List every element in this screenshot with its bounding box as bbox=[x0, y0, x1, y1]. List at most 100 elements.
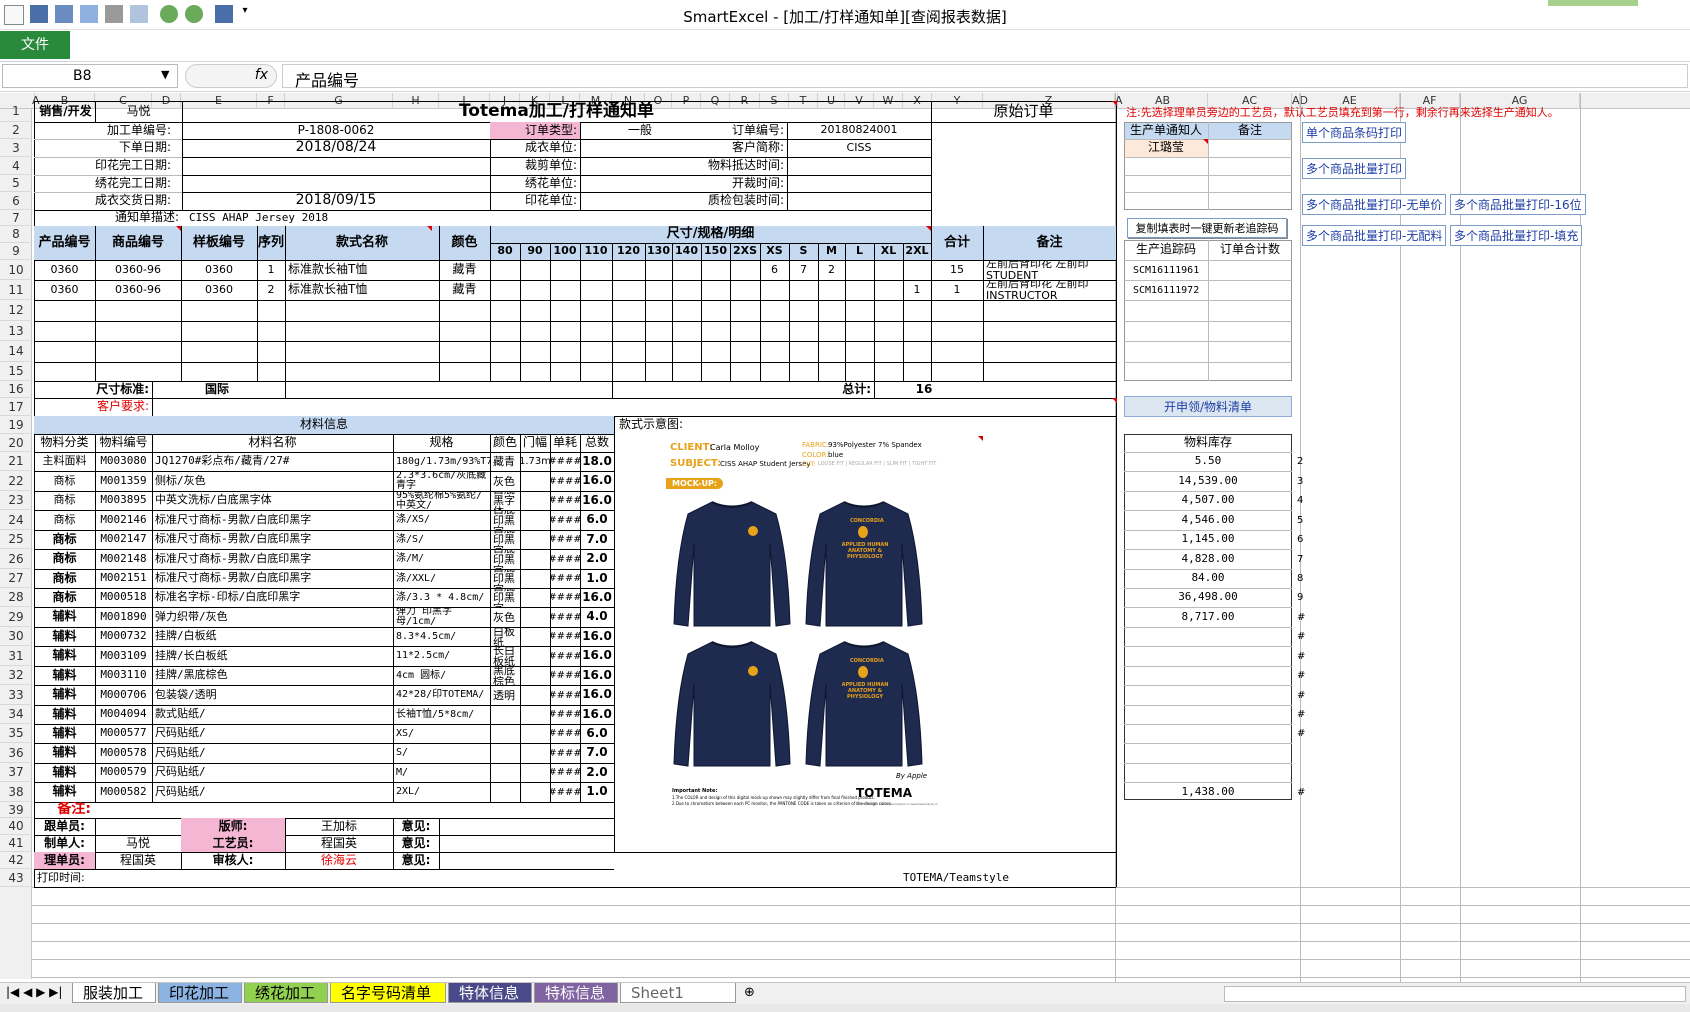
row-header[interactable]: 39 bbox=[0, 802, 32, 818]
sheet-tab[interactable]: 印花加工 bbox=[158, 983, 242, 1003]
horizontal-scrollbar[interactable] bbox=[1224, 986, 1686, 1002]
batch-print-16-button[interactable]: 多个商品批量打印-16位 bbox=[1450, 194, 1586, 215]
track-code: SCM16111961 bbox=[1133, 264, 1200, 276]
material-col-header: 颜色 bbox=[492, 435, 517, 450]
row-header[interactable]: 43 bbox=[0, 869, 32, 887]
row-header[interactable]: 34 bbox=[0, 705, 32, 724]
row-header[interactable]: 4 bbox=[0, 157, 32, 175]
batch-print-no-material-button[interactable]: 多个商品批量打印-无配料 bbox=[1302, 225, 1447, 246]
material-spec: 长袖T恤/5*8cm/ bbox=[396, 708, 475, 720]
row-header[interactable]: 23 bbox=[0, 491, 32, 510]
file-tab[interactable]: 文件 bbox=[0, 31, 70, 59]
row-header[interactable]: 16 bbox=[0, 381, 32, 398]
row-header[interactable]: 2 bbox=[0, 122, 32, 139]
row-header[interactable]: 14 bbox=[0, 341, 32, 362]
row-header[interactable]: 30 bbox=[0, 627, 32, 646]
stock-index: 7 bbox=[1297, 553, 1304, 565]
size-std-label: 尺寸标准: bbox=[96, 381, 149, 396]
row-header[interactable]: 22 bbox=[0, 471, 32, 491]
batch-print-no-price-button[interactable]: 多个商品批量打印-无单价 bbox=[1302, 194, 1447, 215]
material-list-button[interactable]: 开申领/物料清单 bbox=[1124, 396, 1292, 417]
row-header[interactable]: 27 bbox=[0, 569, 32, 588]
sheet-tab[interactable]: 特体信息 bbox=[448, 983, 532, 1003]
batch-print-button[interactable]: 多个商品批量打印 bbox=[1302, 158, 1407, 179]
row-header[interactable]: 26 bbox=[0, 549, 32, 569]
material-unit: #### bbox=[550, 786, 580, 798]
row-header[interactable]: 5 bbox=[0, 175, 32, 192]
row-header[interactable]: 29 bbox=[0, 607, 32, 627]
row-header[interactable]: 40 bbox=[0, 818, 32, 835]
chevron-down-icon[interactable]: ▼ bbox=[161, 68, 169, 81]
sheet-tab[interactable]: 特标信息 bbox=[534, 983, 618, 1003]
row-header[interactable]: 35 bbox=[0, 724, 32, 743]
material-no: M001890 bbox=[100, 609, 147, 623]
row-header[interactable]: 11 bbox=[0, 280, 32, 300]
material-unit: #### bbox=[550, 631, 580, 642]
comment-marker bbox=[926, 226, 931, 231]
row-header[interactable]: 25 bbox=[0, 530, 32, 549]
grid-line bbox=[1124, 743, 1292, 744]
material-color: 白底印黑字 bbox=[493, 549, 515, 569]
stock-index: # bbox=[1297, 709, 1306, 720]
row-header[interactable]: 31 bbox=[0, 646, 32, 666]
signoff-value bbox=[95, 818, 181, 835]
row-header[interactable]: 17 bbox=[0, 398, 32, 416]
material-total: 2.0 bbox=[586, 551, 608, 566]
row-header[interactable]: 12 bbox=[0, 300, 32, 321]
row-header[interactable]: 7 bbox=[0, 210, 32, 226]
row-header[interactable]: 32 bbox=[0, 666, 32, 685]
row-header[interactable]: 37 bbox=[0, 763, 32, 782]
row-header[interactable]: 42 bbox=[0, 852, 32, 869]
stock-value: 4,507.00 bbox=[1181, 493, 1235, 507]
subject-label: SUBJECT: bbox=[670, 458, 722, 469]
row-header[interactable]: 3 bbox=[0, 139, 32, 157]
grid-line bbox=[1124, 321, 1292, 322]
print-time-label: 打印时间: bbox=[37, 870, 85, 884]
row-header[interactable]: 36 bbox=[0, 743, 32, 763]
header-label: 印花单位: bbox=[524, 193, 577, 208]
row-header[interactable]: 8 bbox=[0, 226, 32, 243]
row-header[interactable]: 28 bbox=[0, 588, 32, 607]
row-header[interactable]: 20 bbox=[0, 434, 32, 452]
row-header[interactable]: 9 bbox=[0, 243, 32, 260]
material-unit: #### bbox=[550, 728, 580, 739]
warning-note: 注:先选择理单员旁边的工艺员，默认工艺员填充到第一行，剩余行再来选择生产通知人。 bbox=[1126, 106, 1559, 119]
insert-sheet-icon[interactable]: ⊕ bbox=[744, 985, 755, 1000]
row-header[interactable]: 41 bbox=[0, 835, 32, 852]
single-barcode-print-button[interactable]: 单个商品条码打印 bbox=[1302, 122, 1407, 143]
name-box[interactable]: B8 ▼ bbox=[2, 64, 178, 88]
row-header[interactable]: 6 bbox=[0, 192, 32, 210]
row-header[interactable]: 38 bbox=[0, 782, 32, 802]
row-header[interactable]: 13 bbox=[0, 321, 32, 341]
material-unit: #### bbox=[550, 611, 580, 623]
sample-no: 0360 bbox=[205, 262, 233, 276]
row-header[interactable]: 33 bbox=[0, 685, 32, 705]
row-header[interactable]: 15 bbox=[0, 362, 32, 381]
fx-button[interactable]: fx bbox=[185, 64, 277, 88]
row-header[interactable]: 21 bbox=[0, 452, 32, 471]
material-total: 16.0 bbox=[582, 492, 612, 507]
material-spec: 8.3*4.5cm/ bbox=[396, 630, 457, 642]
grid-line bbox=[34, 300, 1116, 301]
sheet-tab[interactable]: 绣花加工 bbox=[244, 983, 328, 1003]
row-header[interactable]: 10 bbox=[0, 260, 32, 280]
track-code: SCM16111972 bbox=[1133, 284, 1200, 296]
row-header[interactable]: 1 bbox=[0, 101, 32, 122]
header-value bbox=[787, 192, 931, 210]
copy-update-button[interactable]: 复制填表时一键更新老追踪码 bbox=[1127, 218, 1287, 238]
sheet-tab[interactable]: Sheet1 bbox=[620, 983, 736, 1003]
material-category: 商标 bbox=[52, 531, 77, 546]
row-header[interactable]: 24 bbox=[0, 510, 32, 530]
product-no: 0360 bbox=[50, 262, 79, 276]
material-spec: 180g/1.73m/93%T7%SP/ bbox=[396, 455, 490, 467]
row-header[interactable]: 19 bbox=[0, 416, 32, 434]
tab-nav-icon[interactable]: |◀ ◀ ▶ ▶| bbox=[6, 985, 62, 999]
material-total: 1.0 bbox=[586, 570, 608, 585]
size-header: 100 bbox=[553, 244, 577, 258]
material-spec: 4cm 圆标/ bbox=[396, 669, 447, 681]
sheet-tab[interactable]: 服装加工 bbox=[72, 983, 156, 1003]
batch-print-fill-button[interactable]: 多个商品批量打印-填充 bbox=[1450, 225, 1583, 246]
formula-input[interactable]: 产品编号 bbox=[282, 64, 1688, 90]
sheet-tab[interactable]: 名字号码清单 bbox=[330, 983, 446, 1003]
material-width bbox=[520, 724, 550, 743]
